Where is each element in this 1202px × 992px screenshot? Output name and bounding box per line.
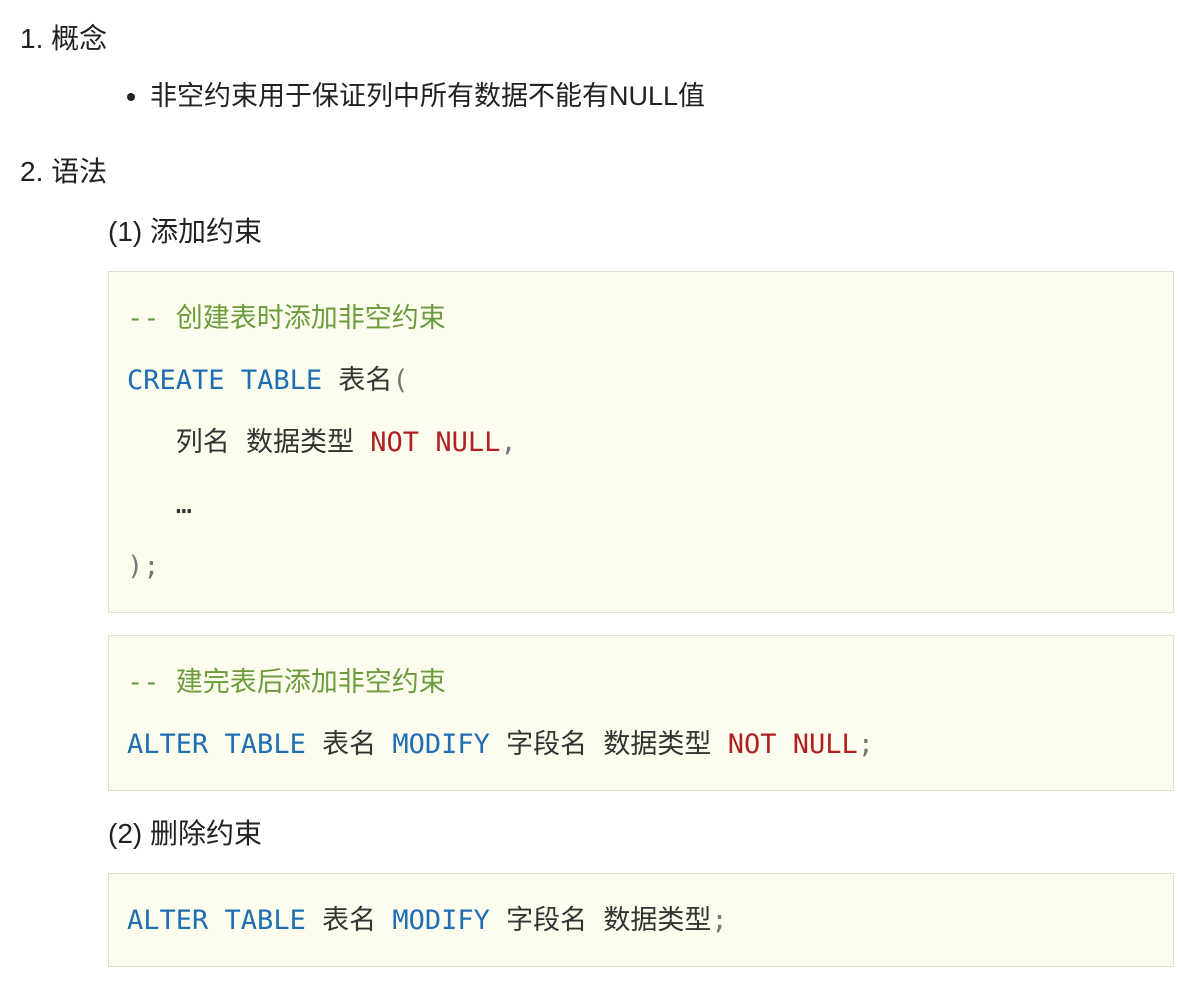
- keyword-create: CREATE: [127, 365, 225, 396]
- code-comment: -- 创建表时添加非空约束: [127, 303, 446, 334]
- document-page: 1. 概念 非空约束用于保证列中所有数据不能有NULL值 2. 语法 (1) 添…: [0, 0, 1202, 992]
- keyword-null: NULL: [793, 729, 858, 760]
- paren-close-semi: );: [127, 551, 160, 582]
- column-definition: 字段名 数据类型: [490, 905, 712, 936]
- concept-bullet-item: 非空约束用于保证列中所有数据不能有NULL值: [150, 76, 1182, 117]
- column-definition: 字段名 数据类型: [490, 729, 728, 760]
- keyword-alter: ALTER: [127, 905, 208, 936]
- table-name-placeholder: 表名: [322, 905, 392, 936]
- semicolon: ;: [858, 729, 874, 760]
- keyword-modify: MODIFY: [392, 905, 490, 936]
- column-definition: 列名 数据类型: [127, 427, 370, 458]
- keyword-alter: ALTER: [127, 729, 208, 760]
- semicolon: ;: [711, 905, 727, 936]
- concept-bullet-list: 非空约束用于保证列中所有数据不能有NULL值: [20, 76, 1182, 117]
- keyword-table: TABLE: [241, 365, 322, 396]
- table-name-placeholder: 表名: [322, 729, 392, 760]
- keyword-table: TABLE: [225, 729, 306, 760]
- code-block-create-table: -- 创建表时添加非空约束 CREATE TABLE 表名( 列名 数据类型 N…: [108, 271, 1174, 613]
- keyword-table: TABLE: [225, 905, 306, 936]
- subsection-2-2-heading: (2) 删除约束: [108, 813, 1182, 855]
- keyword-not: NOT: [728, 729, 777, 760]
- code-comment: -- 建完表后添加非空约束: [127, 667, 446, 698]
- section-1-heading: 1. 概念: [20, 18, 1182, 60]
- code-block-alter-add: -- 建完表后添加非空约束 ALTER TABLE 表名 MODIFY 字段名 …: [108, 635, 1174, 791]
- keyword-not: NOT: [370, 427, 419, 458]
- section-2-heading: 2. 语法: [20, 151, 1182, 193]
- code-block-alter-drop: ALTER TABLE 表名 MODIFY 字段名 数据类型;: [108, 873, 1174, 967]
- table-name-placeholder: 表名: [338, 365, 392, 396]
- subsection-2-1-heading: (1) 添加约束: [108, 211, 1182, 253]
- paren-open: (: [392, 365, 408, 396]
- section-2-body: (1) 添加约束 -- 创建表时添加非空约束 CREATE TABLE 表名( …: [20, 211, 1182, 968]
- ellipsis: …: [127, 489, 192, 520]
- comma: ,: [500, 427, 516, 458]
- keyword-modify: MODIFY: [392, 729, 490, 760]
- keyword-null: NULL: [435, 427, 500, 458]
